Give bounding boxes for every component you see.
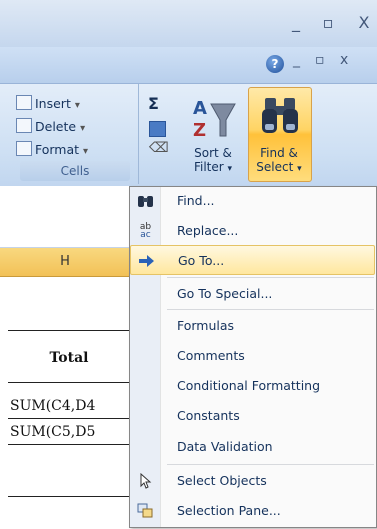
- cell-border: [8, 444, 130, 445]
- sort-filter-icon: A Z: [193, 98, 236, 141]
- menu-item-comments[interactable]: Comments: [130, 341, 375, 371]
- cell-border: [8, 418, 130, 419]
- menu-item-data-validation[interactable]: Data Validation: [130, 432, 375, 462]
- total-header-cell[interactable]: Total: [8, 350, 130, 366]
- workbook-restore-icon[interactable]: ▫: [315, 52, 325, 68]
- find-select-label: Find & Select ▾: [256, 146, 302, 174]
- help-icon[interactable]: ?: [266, 55, 284, 73]
- cells-group-label: Cells: [20, 161, 130, 181]
- workbook-minimize-icon[interactable]: _: [293, 52, 300, 68]
- workbook-close-icon[interactable]: x: [340, 52, 348, 68]
- replace-icon: ab ac: [139, 222, 152, 240]
- svg-text:A: A: [193, 98, 207, 119]
- maximize-icon[interactable]: ▫: [314, 12, 342, 34]
- clear-icon[interactable]: ⌫: [149, 140, 169, 156]
- minimize-icon[interactable]: _: [282, 12, 310, 34]
- menu-separator: [167, 277, 374, 278]
- format-button[interactable]: Format ▾: [16, 140, 88, 160]
- menu-item-replace[interactable]: ab ac Replace...: [130, 216, 375, 246]
- cell-border: [8, 382, 130, 383]
- formula-cell[interactable]: SUM(C4,D4: [10, 398, 128, 414]
- menu-separator: [167, 309, 374, 310]
- delete-cells-icon: [16, 118, 32, 133]
- menu-item-constants[interactable]: Constants: [130, 401, 375, 431]
- close-icon[interactable]: X: [350, 12, 377, 34]
- autosum-icon[interactable]: Σ: [148, 94, 159, 113]
- chevron-down-icon: ▾: [74, 100, 80, 111]
- svg-text:Z: Z: [193, 120, 206, 141]
- formula-cell[interactable]: SUM(C5,D5: [10, 424, 128, 440]
- chevron-down-icon: ▾: [83, 146, 89, 157]
- insert-button[interactable]: Insert ▾: [16, 94, 80, 114]
- delete-button[interactable]: Delete ▾: [16, 117, 85, 137]
- binoculars-icon: [137, 193, 154, 209]
- sort-filter-label: Sort & Filter ▾: [193, 146, 233, 174]
- cursor-icon: [137, 472, 154, 489]
- menu-item-formulas[interactable]: Formulas: [130, 311, 375, 341]
- menu-item-go-to[interactable]: Go To...: [130, 245, 375, 275]
- selection-pane-icon: [137, 503, 154, 519]
- menu-item-select-objects[interactable]: Select Objects: [130, 466, 375, 496]
- column-header-label: H: [60, 254, 70, 269]
- insert-cells-icon: [16, 95, 32, 110]
- cell-border: [8, 330, 130, 331]
- format-cells-icon: [16, 141, 32, 156]
- fill-icon[interactable]: [149, 121, 166, 137]
- chevron-down-icon: ▾: [227, 164, 233, 174]
- menu-item-conditional-formatting[interactable]: Conditional Formatting: [130, 371, 375, 401]
- menu-item-go-to-special[interactable]: Go To Special...: [130, 279, 375, 309]
- binoculars-icon: [262, 98, 298, 133]
- menu-item-selection-pane[interactable]: Selection Pane...: [130, 496, 375, 526]
- chevron-down-icon: ▾: [80, 123, 86, 134]
- arrow-right-icon: [138, 253, 155, 269]
- cell-border: [8, 496, 130, 497]
- menu-item-find[interactable]: Find...: [130, 186, 375, 216]
- menu-separator: [167, 464, 374, 465]
- chevron-down-icon: ▾: [297, 164, 302, 174]
